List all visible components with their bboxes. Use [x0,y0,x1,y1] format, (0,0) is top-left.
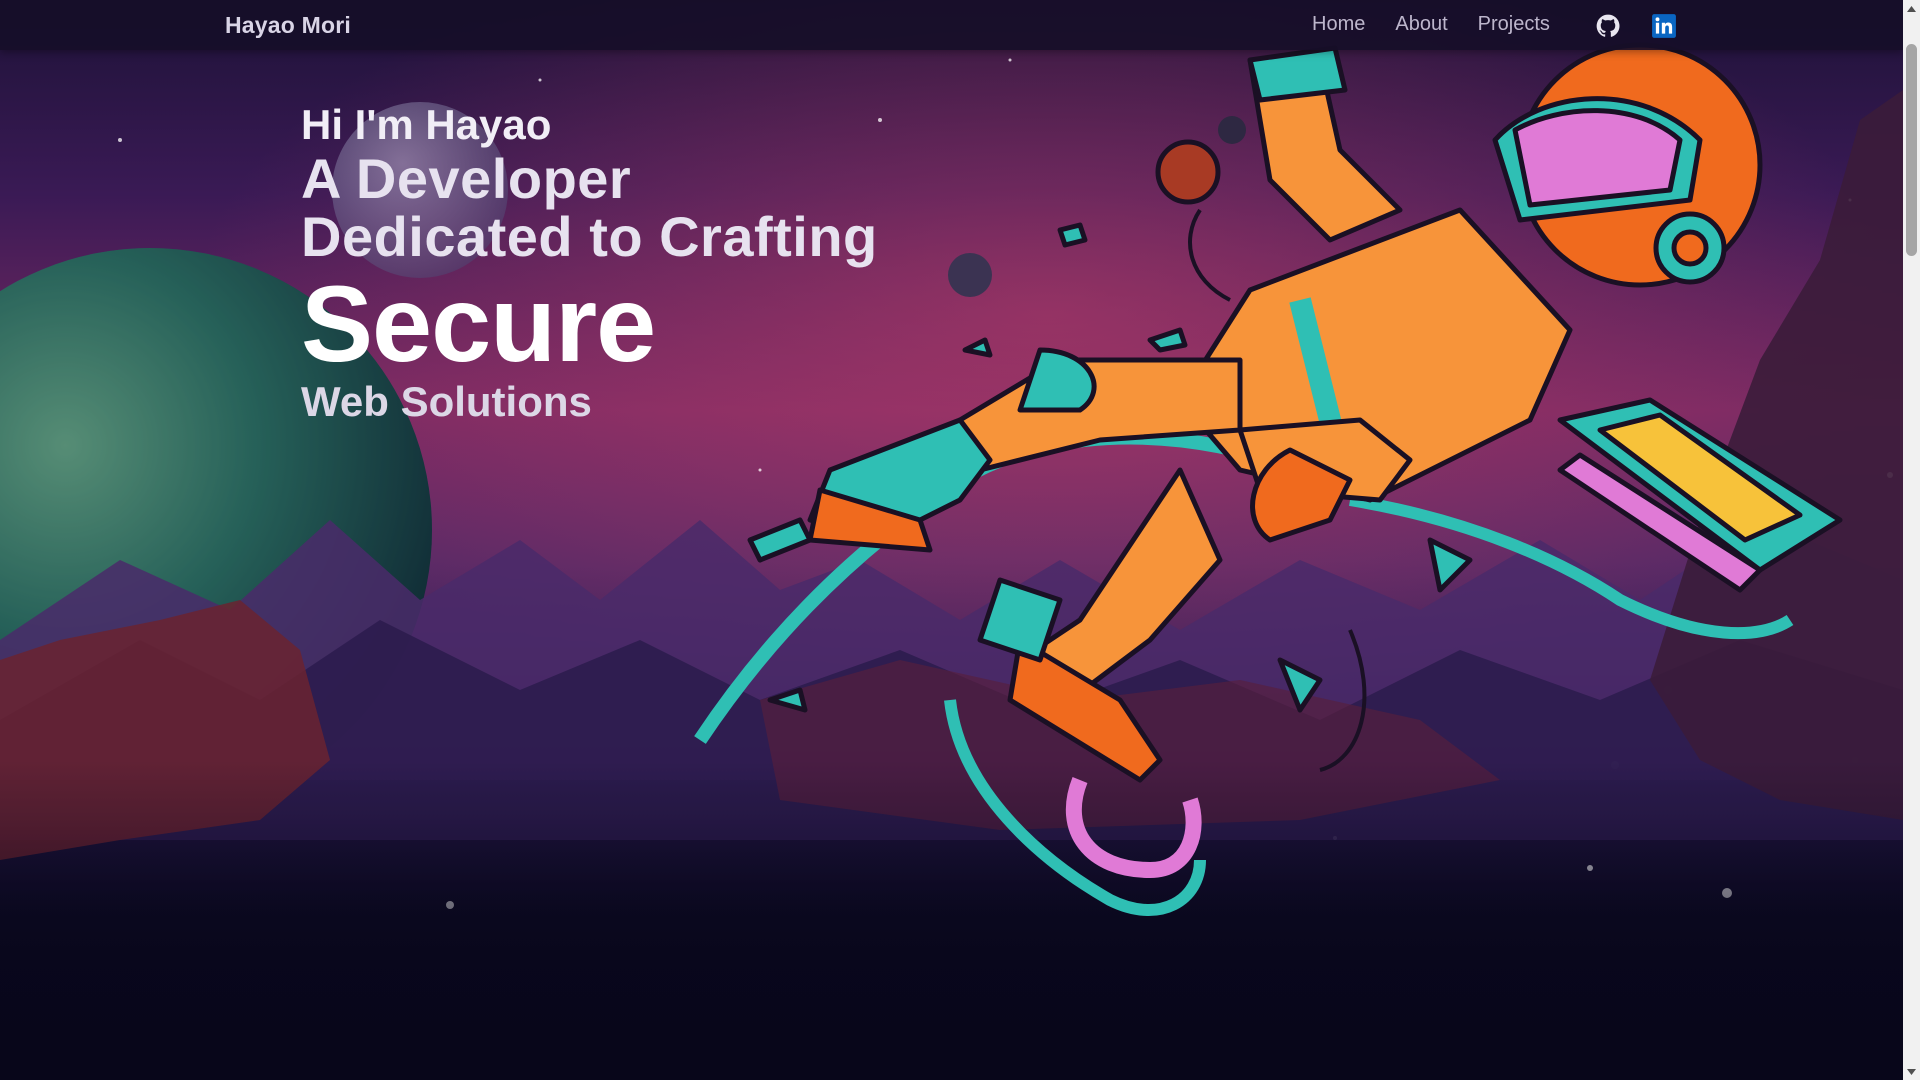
linkedin-icon[interactable] [1651,13,1677,39]
hero-line-developer: A Developer [301,147,632,210]
hero-line-web-solutions: Web Solutions [301,378,592,425]
nav-link-about[interactable]: About [1395,13,1447,36]
nav-links: Home About Projects [1312,13,1550,36]
hero-line-dedicated: Dedicated to Crafting [301,205,878,268]
scroll-down-arrow-icon[interactable] [1903,1063,1920,1080]
top-navbar: Hayao Mori Home About Projects [0,0,1903,50]
github-icon[interactable] [1595,13,1621,39]
hero-greeting: Hi I'm Hayao [301,101,552,148]
brand-name[interactable]: Hayao Mori [225,12,351,39]
hero-section: Hi I'm Hayao A Developer Dedicated to Cr… [301,100,878,424]
scroll-up-arrow-icon[interactable] [1903,0,1920,17]
nav-link-home[interactable]: Home [1312,13,1365,36]
portfolio-page: Hayao Mori Home About Projects Hi I'm Ha… [0,0,1920,1080]
social-links [1595,13,1677,39]
nav-link-projects[interactable]: Projects [1478,13,1550,36]
page-scrollbar[interactable] [1903,0,1920,1080]
space-illustration [0,0,1903,1080]
hero-highlight-word: Secure [301,263,656,384]
scrollbar-thumb[interactable] [1906,44,1917,256]
